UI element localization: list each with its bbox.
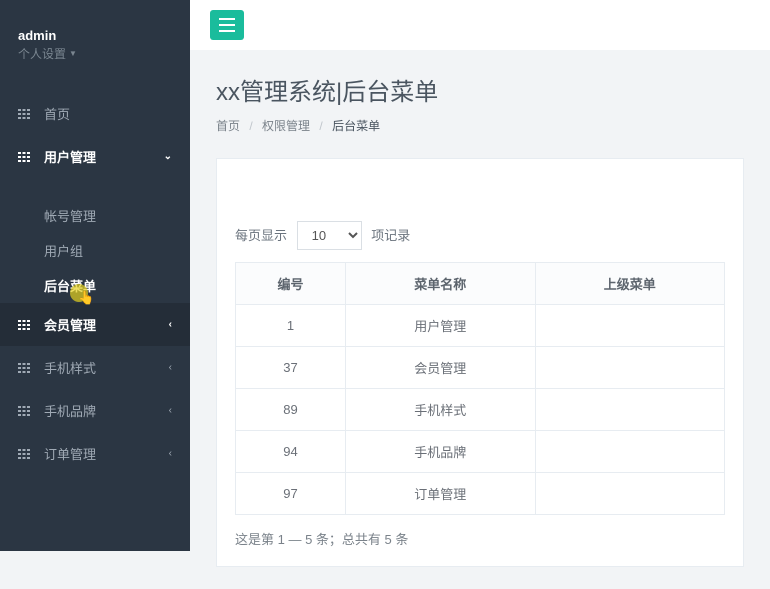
cell-parent	[535, 389, 725, 431]
grid-icon	[18, 406, 34, 416]
nav-list: 首页 用户管理 ⌄ 帐号管理 用户组 后台菜单 会员管理	[0, 92, 190, 475]
user-settings-link[interactable]: 个人设置 ▼	[18, 45, 172, 62]
chevron-left-icon: ‹	[169, 319, 172, 330]
sidebar-item-label: 会员管理	[44, 315, 96, 334]
main: xx管理系统|后台菜单 首页 / 权限管理 / 后台菜单 每页显示 10 项记录…	[190, 0, 770, 551]
sidebar-item-label: 手机品牌	[44, 401, 96, 420]
chevron-down-icon: ⌄	[164, 151, 172, 162]
chevron-left-icon: ‹	[169, 405, 172, 416]
length-prefix: 每页显示	[235, 228, 287, 243]
sidebar-item-label: 首页	[44, 104, 70, 123]
cell-name: 手机样式	[346, 389, 536, 431]
submenu-label: 帐号管理	[44, 206, 96, 225]
toggle-sidebar-button[interactable]	[210, 10, 244, 40]
breadcrumb: 首页 / 权限管理 / 后台菜单	[216, 117, 744, 134]
col-name[interactable]: 菜单名称	[346, 263, 536, 305]
sidebar-item-user-mgmt: 用户管理 ⌄ 帐号管理 用户组 后台菜单	[0, 135, 190, 303]
submenu-label: 后台菜单	[44, 276, 96, 295]
grid-icon	[18, 449, 34, 459]
chevron-left-icon: ‹	[169, 362, 172, 373]
data-table: 编号 菜单名称 上级菜单 1用户管理37会员管理89手机样式94手机品牌97订单…	[235, 262, 725, 515]
table-row: 37会员管理	[236, 347, 725, 389]
col-id[interactable]: 编号	[236, 263, 346, 305]
cell-id: 89	[236, 389, 346, 431]
grid-icon	[18, 320, 34, 330]
caret-down-icon: ▼	[69, 49, 77, 58]
breadcrumb-sep: /	[319, 119, 322, 133]
sidebar: admin 个人设置 ▼ 首页 用户管理 ⌄ 帐号管理	[0, 0, 190, 551]
cell-id: 37	[236, 347, 346, 389]
table-row: 97订单管理	[236, 473, 725, 515]
table-row: 1用户管理	[236, 305, 725, 347]
cell-parent	[535, 431, 725, 473]
cell-id: 97	[236, 473, 346, 515]
submenu-item-usergroup: 用户组	[0, 233, 190, 268]
cell-parent	[535, 473, 725, 515]
submenu-item-backend-menu: 后台菜单	[0, 268, 190, 303]
cell-name: 会员管理	[346, 347, 536, 389]
sidebar-item-label: 手机样式	[44, 358, 96, 377]
content: xx管理系统|后台菜单 首页 / 权限管理 / 后台菜单 每页显示 10 项记录…	[190, 50, 770, 589]
page-length-select[interactable]: 10	[297, 221, 362, 250]
cell-parent	[535, 305, 725, 347]
sidebar-item-home: 首页	[0, 92, 190, 135]
submenu-label: 用户组	[44, 241, 83, 260]
grid-icon	[18, 152, 34, 162]
sidebar-item-phone-brand: 手机品牌 ‹	[0, 389, 190, 432]
breadcrumb-sep: /	[249, 119, 252, 133]
length-suffix: 项记录	[371, 228, 410, 243]
cell-name: 手机品牌	[346, 431, 536, 473]
sidebar-item-label: 用户管理	[44, 147, 96, 166]
sidebar-item-member-mgmt: 会员管理 ‹	[0, 303, 190, 346]
chevron-left-icon: ‹	[169, 448, 172, 459]
topbar	[190, 0, 770, 50]
col-parent[interactable]: 上级菜单	[535, 263, 725, 305]
panel: 每页显示 10 项记录 编号 菜单名称 上级菜单 1用户管理37会员管理89手机…	[216, 158, 744, 567]
user-name: admin	[18, 28, 172, 43]
breadcrumb-home[interactable]: 首页	[216, 119, 240, 133]
grid-icon	[18, 363, 34, 373]
cell-name: 用户管理	[346, 305, 536, 347]
submenu: 帐号管理 用户组 后台菜单	[0, 198, 190, 303]
sidebar-item-label: 订单管理	[44, 444, 96, 463]
cell-parent	[535, 347, 725, 389]
page-title: xx管理系统|后台菜单	[216, 72, 744, 107]
user-block: admin 个人设置 ▼	[0, 0, 190, 72]
table-header-row: 编号 菜单名称 上级菜单	[236, 263, 725, 305]
breadcrumb-current: 后台菜单	[332, 119, 380, 133]
sidebar-item-phone-style: 手机样式 ‹	[0, 346, 190, 389]
submenu-item-account: 帐号管理	[0, 198, 190, 233]
table-row: 89手机样式	[236, 389, 725, 431]
table-info: 这是第 1 — 5 条；总共有 5 条	[235, 529, 725, 548]
sidebar-item-order-mgmt: 订单管理 ‹	[0, 432, 190, 475]
grid-icon	[18, 109, 34, 119]
cell-id: 1	[236, 305, 346, 347]
cell-id: 94	[236, 431, 346, 473]
breadcrumb-permission[interactable]: 权限管理	[262, 119, 310, 133]
cell-name: 订单管理	[346, 473, 536, 515]
length-control: 每页显示 10 项记录	[235, 221, 725, 250]
hamburger-icon	[219, 18, 235, 32]
table-row: 94手机品牌	[236, 431, 725, 473]
user-settings-label: 个人设置	[18, 45, 66, 62]
